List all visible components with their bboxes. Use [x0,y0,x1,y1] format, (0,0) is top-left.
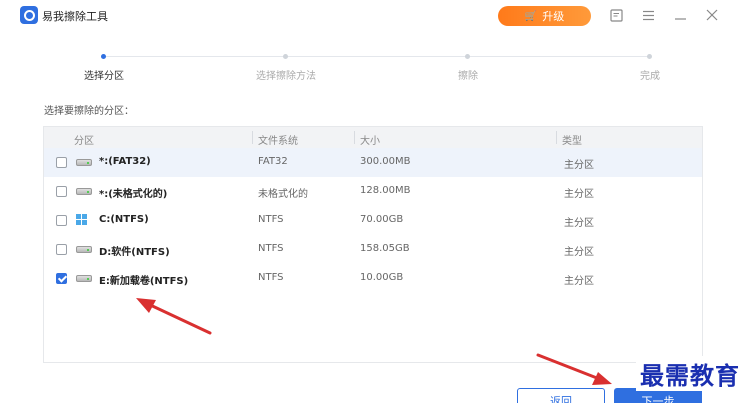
watermark-text: 最需教育 [636,356,744,391]
back-button[interactable]: 返回 [517,388,605,403]
arrow-to-next-button [536,353,612,385]
arrow-to-selected-row [136,298,212,335]
annotation-arrows [136,298,612,385]
